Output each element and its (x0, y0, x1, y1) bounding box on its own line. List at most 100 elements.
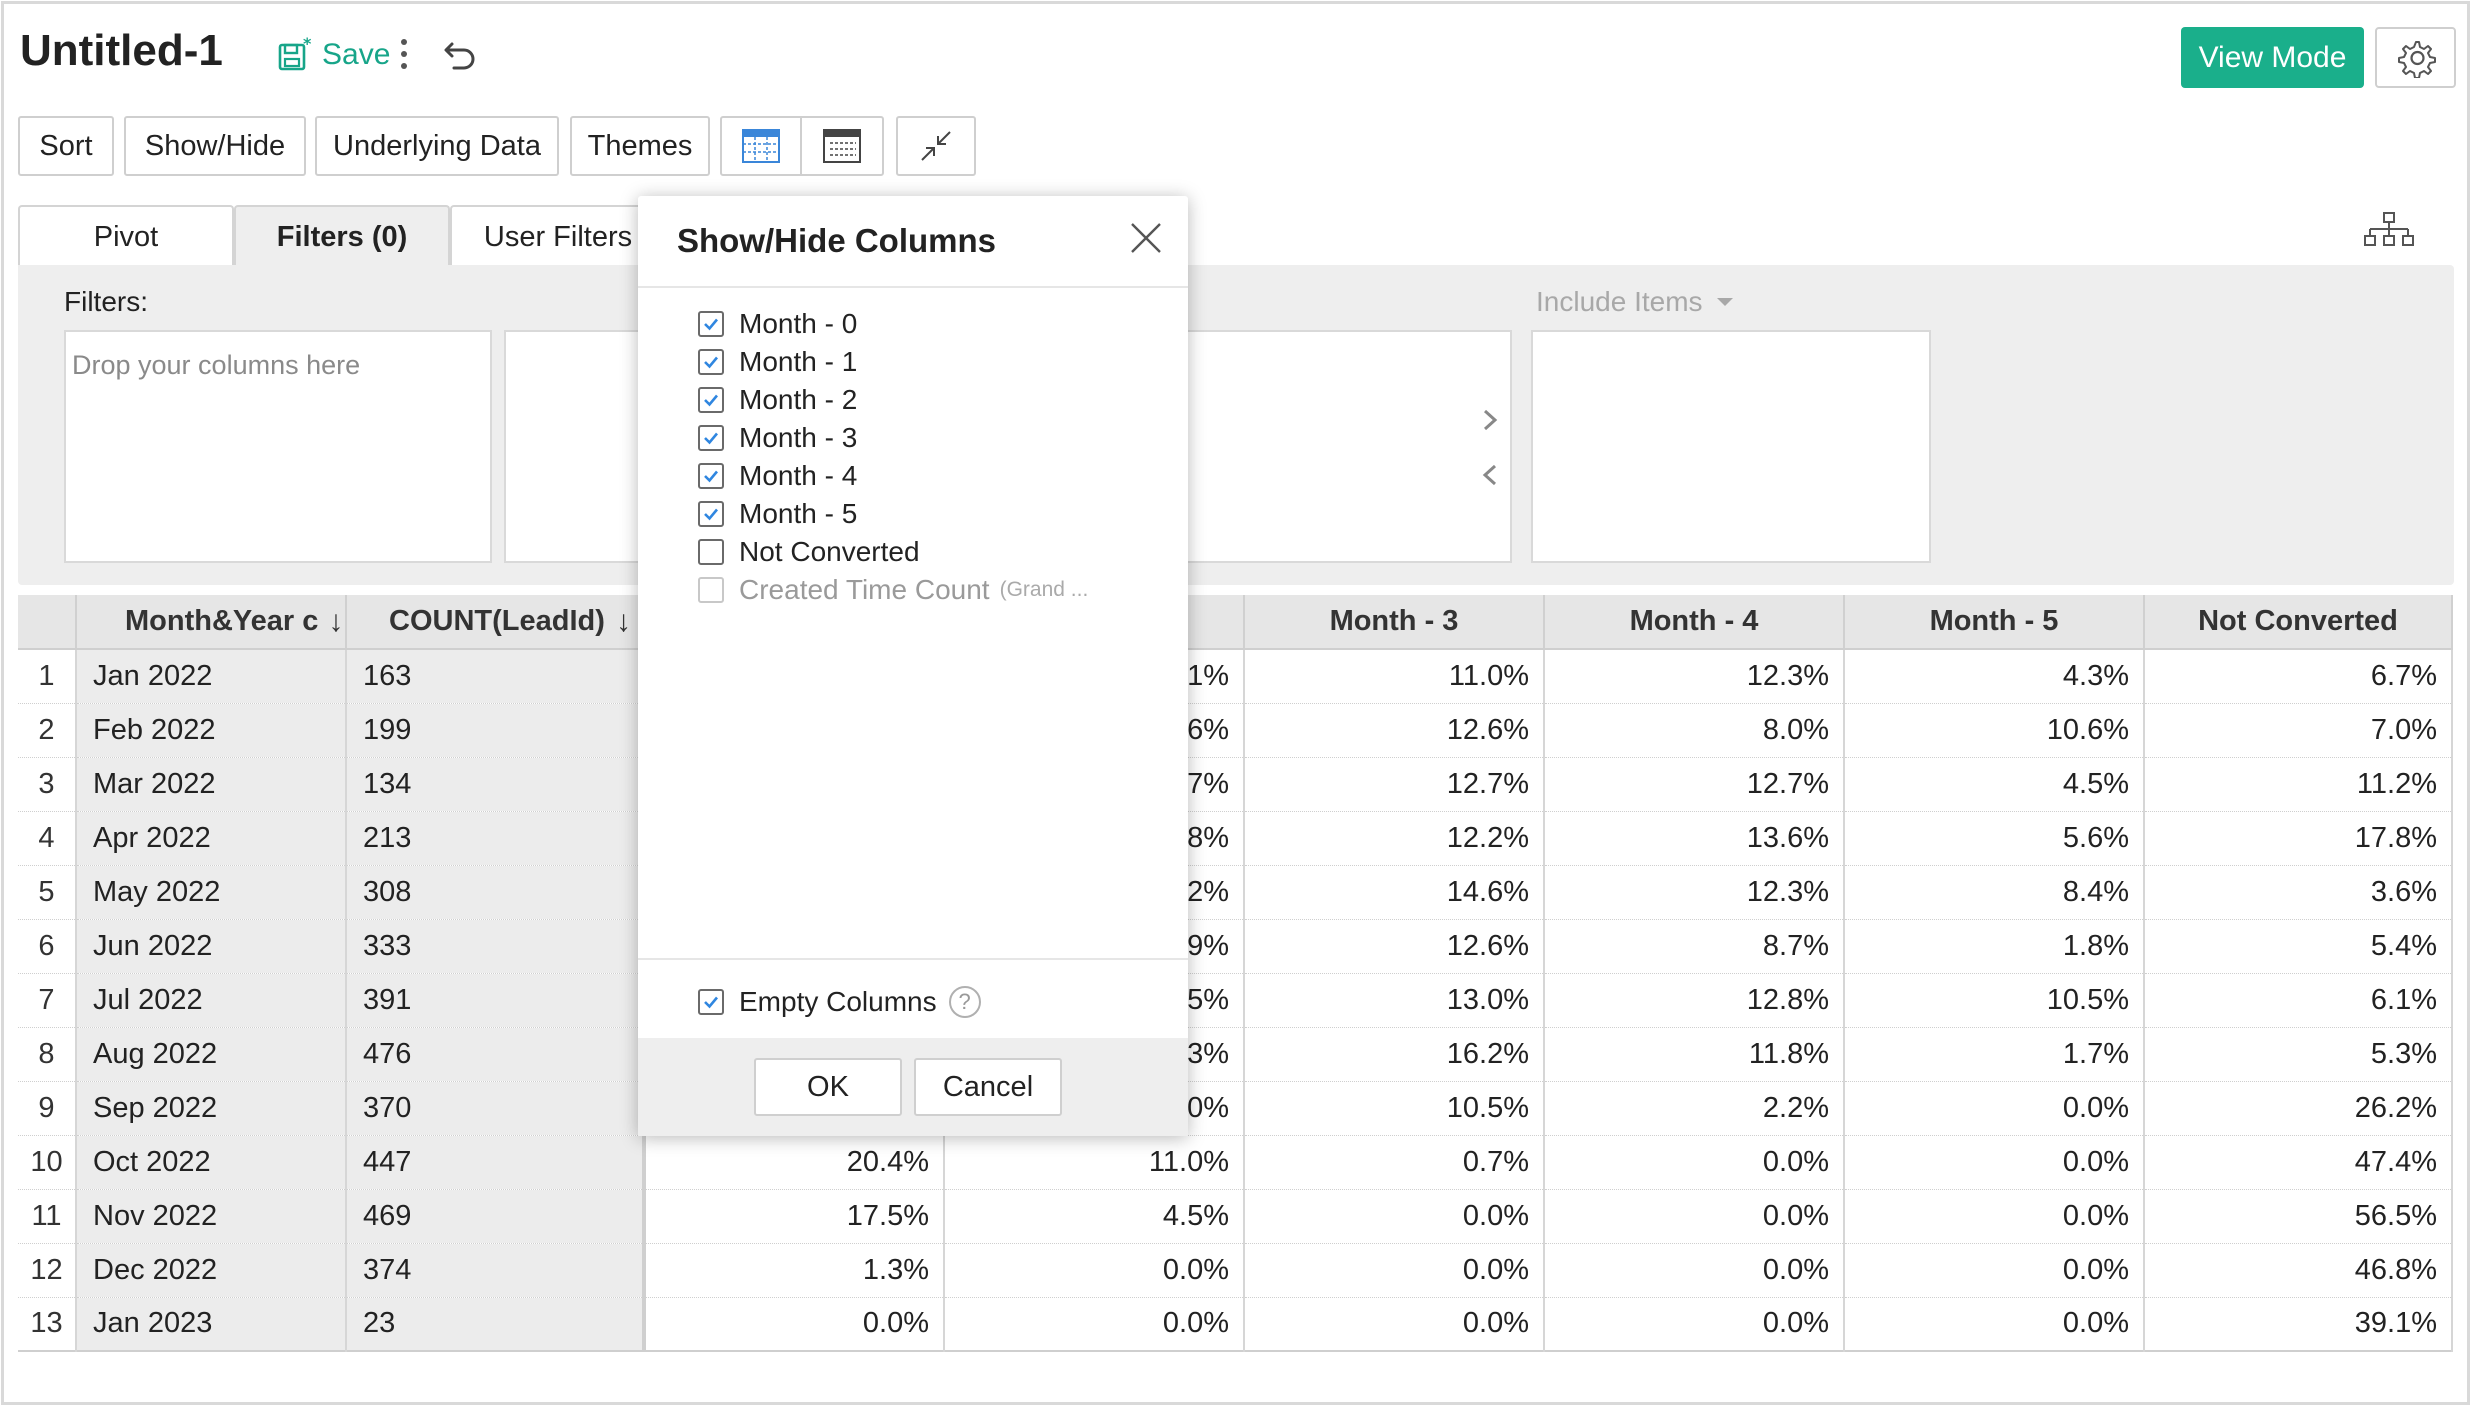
close-icon[interactable] (1126, 218, 1166, 258)
settings-button[interactable] (2375, 27, 2456, 88)
save-button[interactable]: * Save (276, 30, 390, 80)
checkmark-icon (704, 356, 718, 369)
column-header-not-converted[interactable]: Not Converted (2144, 595, 2453, 650)
checkbox[interactable] (698, 501, 724, 527)
table-row[interactable]: 9 Sep 2022 370.0% 10.5% 2.2% 0.0% 26.2% (18, 1081, 2453, 1136)
column-option[interactable]: Month - 3 (698, 418, 857, 458)
drop-placeholder: Drop your columns here (72, 350, 361, 380)
month-3-cell: 13.0% (1244, 973, 1545, 1028)
ok-button[interactable]: OK (754, 1058, 902, 1116)
not-converted-cell: 26.2% (2144, 1081, 2453, 1136)
view-mode-button[interactable]: View Mode (2181, 27, 2364, 88)
month-3-cell: 10.5% (1244, 1081, 1545, 1136)
table-row[interactable]: 5 May 2022 308.2% 14.6% 12.3% 8.4% 3.6% (18, 865, 2453, 920)
column-header-month-3[interactable]: Month - 3 (1244, 595, 1545, 650)
not-converted-cell: 6.1% (2144, 973, 2453, 1028)
checkbox[interactable] (698, 311, 724, 337)
month-5-cell: 0.0% (1844, 1297, 2145, 1352)
not-converted-cell: 11.2% (2144, 757, 2453, 812)
month-5-cell: 4.5% (1844, 757, 2145, 812)
table-row[interactable]: 12 Dec 2022 374 1.3% 0.0% 0.0% 0.0% 0.0% 46.8% (18, 1243, 2453, 1298)
month-4-cell: 0.0% (1544, 1189, 1845, 1244)
include-items-box[interactable] (1531, 330, 1931, 563)
column-header-month-4[interactable]: Month - 4 (1544, 595, 1845, 650)
column-header-month-5[interactable]: Month - 5 (1844, 595, 2145, 650)
checkbox[interactable] (698, 425, 724, 451)
empty-columns-option[interactable]: Empty Columns ? (698, 982, 981, 1022)
month-5-cell: 0.0% (1844, 1135, 2145, 1190)
column-option[interactable]: Not Converted (698, 532, 920, 572)
month-3-cell: 12.7% (1244, 757, 1545, 812)
tab-pivot[interactable]: Pivot (18, 205, 234, 267)
checkbox[interactable] (698, 387, 724, 413)
compact-view-button[interactable] (800, 116, 884, 176)
more-options-icon[interactable] (392, 34, 416, 74)
checkbox[interactable] (698, 349, 724, 375)
checkbox[interactable] (698, 989, 724, 1015)
table-row[interactable]: 11 Nov 2022 469 17.5% 4.5% 0.0% 0.0% 0.0% 56.5% (18, 1189, 2453, 1244)
checkmark-icon (704, 318, 718, 331)
sort-button[interactable]: Sort (18, 116, 114, 176)
chevron-left-icon[interactable] (1476, 460, 1504, 490)
column-header-count[interactable]: COUNT(LeadId) ↓ (346, 595, 645, 650)
table-row[interactable]: 2 Feb 2022 199.6% 12.6% 8.0% 10.6% 7.0% (18, 703, 2453, 758)
month-4-cell: 2.2% (1544, 1081, 1845, 1136)
column-header-label: Month&Year c (125, 605, 319, 637)
column-option[interactable]: Month - 0 (698, 304, 857, 344)
column-option[interactable]: Month - 4 (698, 456, 857, 496)
table-row[interactable]: 3 Mar 2022 134.7% 12.7% 12.7% 4.5% 11.2% (18, 757, 2453, 812)
count-cell: 476 (346, 1027, 646, 1082)
month-3-cell: 11.0% (1244, 649, 1545, 704)
table-row[interactable]: 10 Oct 2022 447 20.4% 11.0% 0.7% 0.0% 0.0% 47.4% (18, 1135, 2453, 1190)
month-5-cell: 10.6% (1844, 703, 2145, 758)
table-row[interactable]: 6 Jun 2022 333.9% 12.6% 8.7% 1.8% 5.4% (18, 919, 2453, 974)
checkmark-icon (704, 996, 718, 1009)
chevron-right-icon[interactable] (1476, 405, 1504, 435)
include-items-dropdown[interactable]: Include Items (1536, 286, 1733, 318)
month-3-cell: 14.6% (1244, 865, 1545, 920)
option-label: Month - 3 (739, 422, 858, 453)
checkbox[interactable] (698, 539, 724, 565)
not-converted-cell: 39.1% (2144, 1297, 2453, 1352)
month-4-cell: 0.0% (1544, 1135, 1845, 1190)
checkbox[interactable] (698, 463, 724, 489)
month-5-cell: 1.7% (1844, 1027, 2145, 1082)
tab-filters[interactable]: Filters (0) (234, 205, 450, 267)
svg-text:*: * (303, 35, 312, 53)
month-4-cell: 11.8% (1544, 1027, 1845, 1082)
hierarchy-icon[interactable] (2362, 210, 2416, 250)
tab-user-filters[interactable]: User Filters (450, 205, 666, 267)
month-year-cell: Aug 2022 (76, 1027, 347, 1082)
row-number: 7 (18, 973, 77, 1028)
themes-button[interactable]: Themes (570, 116, 710, 176)
table-row[interactable]: 7 Jul 2022 391.5% 13.0% 12.8% 10.5% 6.1% (18, 973, 2453, 1028)
month-3-cell: 0.0% (1244, 1297, 1545, 1352)
row-number: 8 (18, 1027, 77, 1082)
sort-desc-icon[interactable]: ↓ (616, 605, 631, 639)
column-option[interactable]: Month - 5 (698, 494, 857, 534)
table-row[interactable]: 13 Jan 2023 23 0.0% 0.0% 0.0% 0.0% 0.0% 39.1% (18, 1297, 2453, 1352)
undo-icon[interactable] (440, 36, 480, 72)
collapse-button[interactable] (896, 116, 976, 176)
month-5-cell: 1.8% (1844, 919, 2145, 974)
table-row[interactable]: 1 Jan 2022 163.1% 11.0% 12.3% 4.3% 6.7% (18, 649, 2453, 704)
count-cell: 199 (346, 703, 646, 758)
column-option[interactable]: Month - 1 (698, 342, 857, 382)
table-view-button[interactable] (720, 116, 802, 176)
table-icon (742, 129, 780, 163)
column-header-month-year[interactable]: Month&Year c ↓ (76, 595, 347, 650)
month-4-cell: 12.3% (1544, 649, 1845, 704)
cancel-button[interactable]: Cancel (914, 1058, 1062, 1116)
month-2-cell: 0.0% (944, 1243, 1245, 1298)
not-converted-cell: 5.4% (2144, 919, 2453, 974)
month-3-cell: 16.2% (1244, 1027, 1545, 1082)
table-row[interactable]: 4 Apr 2022 213.8% 12.2% 13.6% 5.6% 17.8% (18, 811, 2453, 866)
month-4-cell: 12.3% (1544, 865, 1845, 920)
underlying-data-button[interactable]: Underlying Data (315, 116, 559, 176)
help-icon[interactable]: ? (948, 986, 981, 1018)
column-option[interactable]: Month - 2 (698, 380, 857, 420)
show-hide-button[interactable]: Show/Hide (124, 116, 306, 176)
row-number: 12 (18, 1243, 77, 1298)
table-row[interactable]: 8 Aug 2022 476.3% 16.2% 11.8% 1.7% 5.3% (18, 1027, 2453, 1082)
sort-desc-icon[interactable]: ↓ (328, 605, 343, 639)
